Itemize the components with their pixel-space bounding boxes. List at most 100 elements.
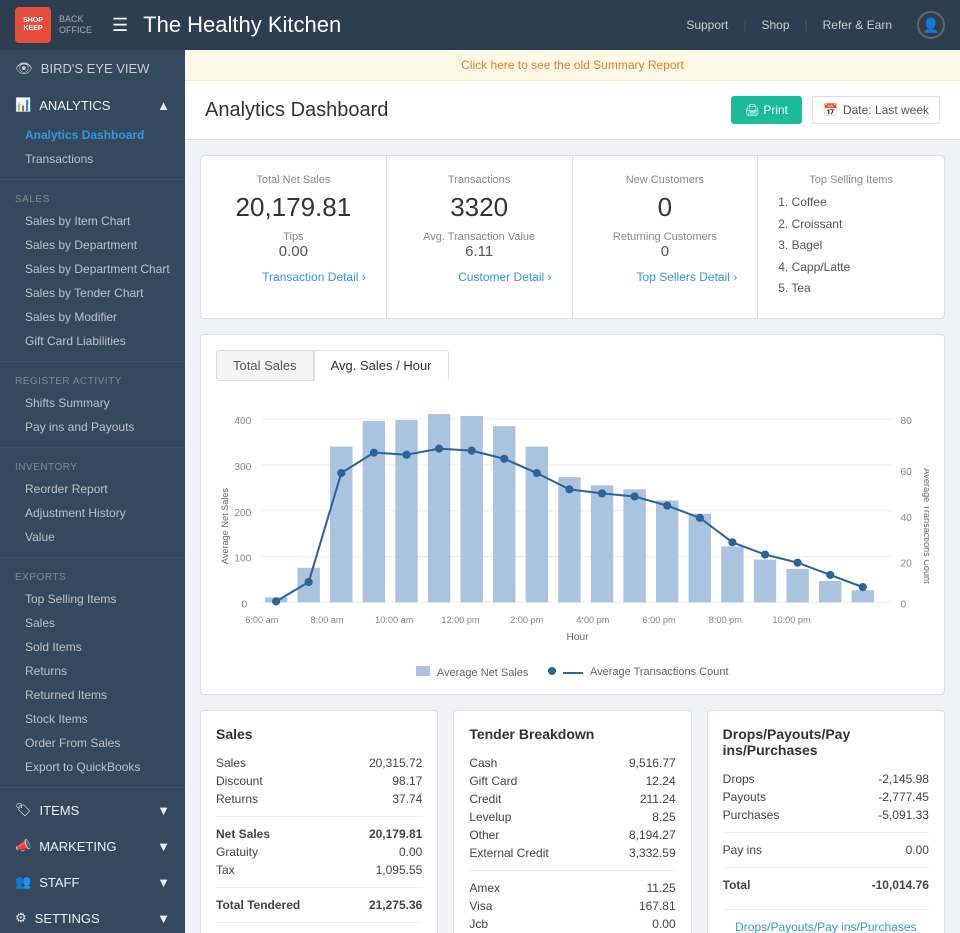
top-sellers-detail-link[interactable]: Top Sellers Detail › [593, 270, 738, 284]
hamburger-icon[interactable]: ☰ [112, 15, 128, 36]
sidebar-sub-stock-items[interactable]: Stock Items [0, 707, 185, 731]
svg-text:40: 40 [900, 513, 912, 524]
sales-title: Sales [216, 726, 422, 742]
bar-legend-label: Average Net Sales [437, 667, 529, 679]
top-item-3: 3. Bagel [778, 235, 924, 257]
sidebar-sub-gift-card[interactable]: Gift Card Liabilities [0, 329, 185, 353]
logo: SHOP KEEP BACKOFFICE [15, 7, 92, 43]
chart-area: 400 300 200 100 0 80 60 40 20 0 Average … [216, 396, 929, 656]
row-gift-card: Gift Card12.24 [469, 772, 675, 790]
date-label: Date: Last week [843, 103, 929, 117]
sidebar-item-staff[interactable]: 👥 STAFF ▼ [0, 864, 185, 900]
tab-total-sales[interactable]: Total Sales [216, 350, 314, 381]
sidebar-sub-shifts[interactable]: Shifts Summary [0, 391, 185, 415]
svg-text:Hour: Hour [567, 632, 590, 643]
sidebar-sub-order-from-sales[interactable]: Order From Sales [0, 731, 185, 755]
row-amex: Amex11.25 [469, 879, 675, 897]
svg-text:0: 0 [900, 599, 906, 610]
notice-text: Click here to see the old Summary Report [461, 58, 684, 72]
sidebar-sub-returns[interactable]: Returns [0, 659, 185, 683]
svg-text:6:00 pm: 6:00 pm [643, 615, 676, 625]
shop-link[interactable]: Shop [761, 18, 789, 32]
sidebar-item-items[interactable]: 🏷 ITEMS ▼ [0, 792, 185, 828]
row-jcb: Jcb0.00 [469, 915, 675, 933]
sidebar-item-analytics[interactable]: 📊 ANALYTICS ▲ [0, 87, 185, 123]
sidebar-sub-payins[interactable]: Pay ins and Payouts [0, 415, 185, 439]
svg-text:2:00 pm: 2:00 pm [510, 615, 543, 625]
sidebar-sub-transactions[interactable]: Transactions [0, 147, 185, 171]
svg-text:4:00 pm: 4:00 pm [576, 615, 609, 625]
sidebar-sub-reorder[interactable]: Reorder Report [0, 477, 185, 501]
refer-earn-link[interactable]: Refer & Earn [823, 18, 892, 32]
tab-avg-sales-hour[interactable]: Avg. Sales / Hour [314, 350, 449, 381]
row-other: Other8,194.27 [469, 826, 675, 844]
row-total-tendered: Total Tendered21,275.36 [216, 896, 422, 914]
row-purchases: Purchases-5,091.33 [723, 806, 929, 824]
print-button[interactable]: 🖨 Print [731, 96, 802, 124]
sidebar-sub-sold-items[interactable]: Sold Items [0, 635, 185, 659]
sidebar-sub-value[interactable]: Value [0, 525, 185, 549]
chevron-down-icon-items: ▼ [157, 803, 170, 818]
sidebar-item-marketing[interactable]: 📣 MARKETING ▼ [0, 828, 185, 864]
drops-title: Drops/Payouts/Pay ins/Purchases [723, 726, 929, 758]
avg-tx-value: 6.11 [407, 243, 552, 260]
sidebar-sub-sales-item-chart[interactable]: Sales by Item Chart [0, 209, 185, 233]
sidebar-sub-dashboard[interactable]: Analytics Dashboard [0, 123, 185, 147]
tips-value: 0.00 [221, 243, 366, 260]
svg-text:100: 100 [234, 554, 251, 565]
marketing-label: MARKETING [39, 839, 116, 854]
sidebar-sub-top-selling[interactable]: Top Selling Items [0, 587, 185, 611]
sidebar: 👁 BIRD'S EYE VIEW 📊 ANALYTICS ▲ Analytic… [0, 50, 185, 933]
row-payouts: Payouts-2,777.45 [723, 788, 929, 806]
svg-text:8:00 pm: 8:00 pm [709, 615, 742, 625]
register-section-label: REGISTER ACTIVITY [0, 366, 185, 391]
content-header: Analytics Dashboard 🖨 Print 📅 Date: Last… [185, 81, 960, 140]
support-link[interactable]: Support [686, 18, 728, 32]
svg-text:12:00 pm: 12:00 pm [441, 615, 480, 625]
new-customers-label: New Customers [593, 174, 738, 186]
transactions-value: 3320 [407, 192, 552, 223]
svg-text:200: 200 [234, 508, 251, 519]
sales-card: Sales Sales20,315.72 Discount98.17 Retur… [200, 710, 438, 933]
tender-title: Tender Breakdown [469, 726, 675, 742]
svg-text:300: 300 [234, 462, 251, 473]
sales-section-label: SALES [0, 184, 185, 209]
total-net-sales-value: 20,179.81 [221, 192, 366, 223]
sidebar-sub-sales-dept-chart[interactable]: Sales by Department Chart [0, 257, 185, 281]
user-icon[interactable]: 👤 [917, 11, 945, 39]
drops-detail-link[interactable]: Drops/Payouts/Pay ins/Purchases Detail › [723, 909, 929, 933]
chart-legend: Average Net Sales Average Transactions C… [216, 666, 929, 679]
sidebar-sub-sales-dept[interactable]: Sales by Department [0, 233, 185, 257]
sidebar-sub-sales-tender-chart[interactable]: Sales by Tender Chart [0, 281, 185, 305]
top-item-4: 4. Capp/Latte [778, 257, 924, 279]
sidebar-sub-returned-items[interactable]: Returned Items [0, 683, 185, 707]
sidebar-item-settings[interactable]: ⚙ SETTINGS ▼ [0, 900, 185, 933]
sidebar-sub-adjustment[interactable]: Adjustment History [0, 501, 185, 525]
sidebar-sub-sales-modifier[interactable]: Sales by Modifier [0, 305, 185, 329]
avg-tx-label: Avg. Transaction Value [407, 231, 552, 243]
header-actions: 🖨 Print 📅 Date: Last week [731, 96, 940, 124]
date-picker[interactable]: 📅 Date: Last week [812, 96, 940, 124]
transaction-detail-link[interactable]: Transaction Detail › [221, 270, 366, 284]
top-selling-list: 1. Coffee 2. Croissant 3. Bagel 4. Capp/… [778, 192, 924, 300]
svg-text:6:00 am: 6:00 am [245, 615, 278, 625]
sidebar-item-bird-eye[interactable]: 👁 BIRD'S EYE VIEW [0, 50, 185, 87]
svg-text:0: 0 [241, 599, 247, 610]
page-title: Analytics Dashboard [205, 99, 388, 122]
chevron-down-icon-staff: ▼ [157, 875, 170, 890]
customer-detail-link[interactable]: Customer Detail › [407, 270, 552, 284]
notice-bar[interactable]: Click here to see the old Summary Report [185, 50, 960, 81]
row-drops: Drops-2,145.98 [723, 770, 929, 788]
chevron-down-icon-settings: ▼ [157, 911, 170, 926]
sidebar-sub-quickbooks[interactable]: Export to QuickBooks [0, 755, 185, 779]
chevron-down-icon-marketing: ▼ [157, 839, 170, 854]
new-customers-value: 0 [593, 192, 738, 223]
top-selling-label: Top Selling Items [778, 174, 924, 186]
top-item-1: 1. Coffee [778, 192, 924, 214]
chart-section: Total Sales Avg. Sales / Hour 40 0 300 20… [200, 334, 945, 695]
settings-icon: ⚙ [15, 910, 27, 926]
card-total-net-sales: Total Net Sales 20,179.81 Tips 0.00 Tran… [201, 156, 387, 318]
returning-customers-label: Returning Customers [593, 231, 738, 243]
eye-icon: 👁 [15, 60, 33, 77]
sidebar-sub-sales-export[interactable]: Sales [0, 611, 185, 635]
